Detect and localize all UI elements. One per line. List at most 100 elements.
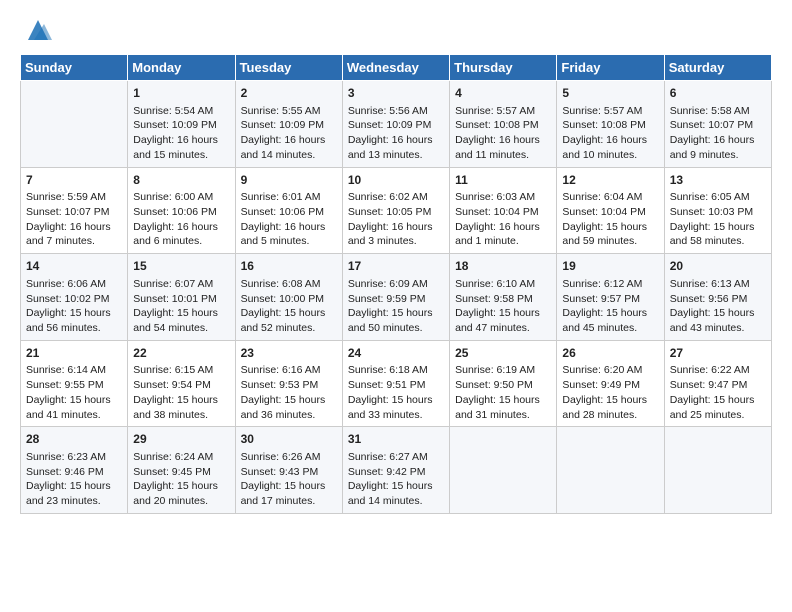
calendar-cell: 14 Sunrise: 6:06 AM Sunset: 10:02 PM Dayl… — [21, 254, 128, 341]
cell-content: Sunrise: 6:01 AM Sunset: 10:06 PM Daylig… — [241, 190, 337, 249]
calendar-cell: 2Sunrise: 5:55 AM Sunset: 10:09 PM Dayli… — [235, 81, 342, 168]
calendar-cell: 22Sunrise: 6:15 AM Sunset: 9:54 PM Dayli… — [128, 340, 235, 427]
day-number: 22 — [133, 345, 229, 362]
day-number: 14 — [26, 258, 122, 275]
col-header-monday: Monday — [128, 55, 235, 81]
calendar-cell: 15 Sunrise: 6:07 AM Sunset: 10:01 PM Dayl… — [128, 254, 235, 341]
col-header-sunday: Sunday — [21, 55, 128, 81]
col-header-friday: Friday — [557, 55, 664, 81]
day-number: 5 — [562, 85, 658, 102]
calendar-cell: 25Sunrise: 6:19 AM Sunset: 9:50 PM Dayli… — [450, 340, 557, 427]
day-number: 19 — [562, 258, 658, 275]
cell-content: Sunrise: 6:16 AM Sunset: 9:53 PM Dayligh… — [241, 363, 337, 422]
day-number: 17 — [348, 258, 444, 275]
day-number: 28 — [26, 431, 122, 448]
calendar-cell — [664, 427, 771, 514]
cell-content: Sunrise: 6:04 AM Sunset: 10:04 PM Daylig… — [562, 190, 658, 249]
week-row-5: 28 Sunrise: 6:23 AM Sunset: 9:46 PM Dayli… — [21, 427, 772, 514]
cell-content: Sunrise: 6:24 AM Sunset: 9:45 PM Dayligh… — [133, 450, 229, 509]
cell-content: Sunrise: 6:08 AM Sunset: 10:00 PM Daylig… — [241, 277, 337, 336]
day-number: 24 — [348, 345, 444, 362]
day-number: 23 — [241, 345, 337, 362]
calendar-cell: 13Sunrise: 6:05 AM Sunset: 10:03 PM Dayl… — [664, 167, 771, 254]
week-row-1: 1 Sunrise: 5:54 AM Sunset: 10:09 PM Dayli… — [21, 81, 772, 168]
calendar-cell: 27Sunrise: 6:22 AM Sunset: 9:47 PM Dayli… — [664, 340, 771, 427]
calendar-cell: 29 Sunrise: 6:24 AM Sunset: 9:45 PM Dayli… — [128, 427, 235, 514]
logo-icon — [24, 16, 52, 44]
calendar-cell: 20 Sunrise: 6:13 AM Sunset: 9:56 PM Dayli… — [664, 254, 771, 341]
col-header-thursday: Thursday — [450, 55, 557, 81]
calendar-cell: 5 Sunrise: 5:57 AM Sunset: 10:08 PM Dayli… — [557, 81, 664, 168]
calendar-cell: 30Sunrise: 6:26 AM Sunset: 9:43 PM Dayli… — [235, 427, 342, 514]
cell-content: Sunrise: 6:10 AM Sunset: 9:58 PM Dayligh… — [455, 277, 551, 336]
cell-content: Sunrise: 6:23 AM Sunset: 9:46 PM Dayligh… — [26, 450, 122, 509]
calendar-cell: 28 Sunrise: 6:23 AM Sunset: 9:46 PM Dayli… — [21, 427, 128, 514]
week-row-4: 21Sunrise: 6:14 AM Sunset: 9:55 PM Dayli… — [21, 340, 772, 427]
page: SundayMondayTuesdayWednesdayThursdayFrid… — [0, 0, 792, 526]
calendar-cell: 24Sunrise: 6:18 AM Sunset: 9:51 PM Dayli… — [342, 340, 449, 427]
calendar-cell: 21Sunrise: 6:14 AM Sunset: 9:55 PM Dayli… — [21, 340, 128, 427]
day-number: 11 — [455, 172, 551, 189]
calendar-cell: 31 Sunrise: 6:27 AM Sunset: 9:42 PM Dayli… — [342, 427, 449, 514]
calendar-cell: 18 Sunrise: 6:10 AM Sunset: 9:58 PM Dayli… — [450, 254, 557, 341]
calendar-cell: 11Sunrise: 6:03 AM Sunset: 10:04 PM Dayl… — [450, 167, 557, 254]
day-number: 1 — [133, 85, 229, 102]
cell-content: Sunrise: 6:12 AM Sunset: 9:57 PM Dayligh… — [562, 277, 658, 336]
calendar-cell: 16 Sunrise: 6:08 AM Sunset: 10:00 PM Dayl… — [235, 254, 342, 341]
day-number: 15 — [133, 258, 229, 275]
cell-content: Sunrise: 6:22 AM Sunset: 9:47 PM Dayligh… — [670, 363, 766, 422]
logo — [20, 16, 52, 44]
day-number: 31 — [348, 431, 444, 448]
cell-content: Sunrise: 6:14 AM Sunset: 9:55 PM Dayligh… — [26, 363, 122, 422]
cell-content: Sunrise: 5:57 AM Sunset: 10:08 PM Daylig… — [455, 104, 551, 163]
col-header-wednesday: Wednesday — [342, 55, 449, 81]
day-number: 10 — [348, 172, 444, 189]
day-number: 6 — [670, 85, 766, 102]
cell-content: Sunrise: 6:06 AM Sunset: 10:02 PM Daylig… — [26, 277, 122, 336]
calendar-cell: 3Sunrise: 5:56 AM Sunset: 10:09 PM Dayli… — [342, 81, 449, 168]
calendar-cell: 4 Sunrise: 5:57 AM Sunset: 10:08 PM Dayli… — [450, 81, 557, 168]
day-number: 2 — [241, 85, 337, 102]
day-number: 9 — [241, 172, 337, 189]
cell-content: Sunrise: 6:00 AM Sunset: 10:06 PM Daylig… — [133, 190, 229, 249]
day-number: 8 — [133, 172, 229, 189]
cell-content: Sunrise: 6:07 AM Sunset: 10:01 PM Daylig… — [133, 277, 229, 336]
calendar-cell — [557, 427, 664, 514]
cell-content: Sunrise: 6:27 AM Sunset: 9:42 PM Dayligh… — [348, 450, 444, 509]
week-row-3: 14 Sunrise: 6:06 AM Sunset: 10:02 PM Dayl… — [21, 254, 772, 341]
cell-content: Sunrise: 5:58 AM Sunset: 10:07 PM Daylig… — [670, 104, 766, 163]
cell-content: Sunrise: 6:20 AM Sunset: 9:49 PM Dayligh… — [562, 363, 658, 422]
day-number: 20 — [670, 258, 766, 275]
day-number: 21 — [26, 345, 122, 362]
day-number: 4 — [455, 85, 551, 102]
calendar-cell — [21, 81, 128, 168]
day-number: 26 — [562, 345, 658, 362]
cell-content: Sunrise: 5:54 AM Sunset: 10:09 PM Daylig… — [133, 104, 229, 163]
calendar-table: SundayMondayTuesdayWednesdayThursdayFrid… — [20, 54, 772, 514]
calendar-cell: 1 Sunrise: 5:54 AM Sunset: 10:09 PM Dayli… — [128, 81, 235, 168]
day-number: 13 — [670, 172, 766, 189]
calendar-cell — [450, 427, 557, 514]
cell-content: Sunrise: 6:15 AM Sunset: 9:54 PM Dayligh… — [133, 363, 229, 422]
day-number: 27 — [670, 345, 766, 362]
calendar-cell: 19 Sunrise: 6:12 AM Sunset: 9:57 PM Dayli… — [557, 254, 664, 341]
day-number: 18 — [455, 258, 551, 275]
day-number: 3 — [348, 85, 444, 102]
col-header-saturday: Saturday — [664, 55, 771, 81]
col-header-tuesday: Tuesday — [235, 55, 342, 81]
calendar-cell: 7Sunrise: 5:59 AM Sunset: 10:07 PM Dayli… — [21, 167, 128, 254]
cell-content: Sunrise: 6:13 AM Sunset: 9:56 PM Dayligh… — [670, 277, 766, 336]
calendar-cell: 9Sunrise: 6:01 AM Sunset: 10:06 PM Dayli… — [235, 167, 342, 254]
day-number: 30 — [241, 431, 337, 448]
cell-content: Sunrise: 6:05 AM Sunset: 10:03 PM Daylig… — [670, 190, 766, 249]
day-number: 12 — [562, 172, 658, 189]
cell-content: Sunrise: 6:03 AM Sunset: 10:04 PM Daylig… — [455, 190, 551, 249]
day-number: 29 — [133, 431, 229, 448]
cell-content: Sunrise: 6:18 AM Sunset: 9:51 PM Dayligh… — [348, 363, 444, 422]
week-row-2: 7Sunrise: 5:59 AM Sunset: 10:07 PM Dayli… — [21, 167, 772, 254]
calendar-cell: 23Sunrise: 6:16 AM Sunset: 9:53 PM Dayli… — [235, 340, 342, 427]
calendar-cell: 10Sunrise: 6:02 AM Sunset: 10:05 PM Dayl… — [342, 167, 449, 254]
day-number: 16 — [241, 258, 337, 275]
day-number: 7 — [26, 172, 122, 189]
cell-content: Sunrise: 5:57 AM Sunset: 10:08 PM Daylig… — [562, 104, 658, 163]
